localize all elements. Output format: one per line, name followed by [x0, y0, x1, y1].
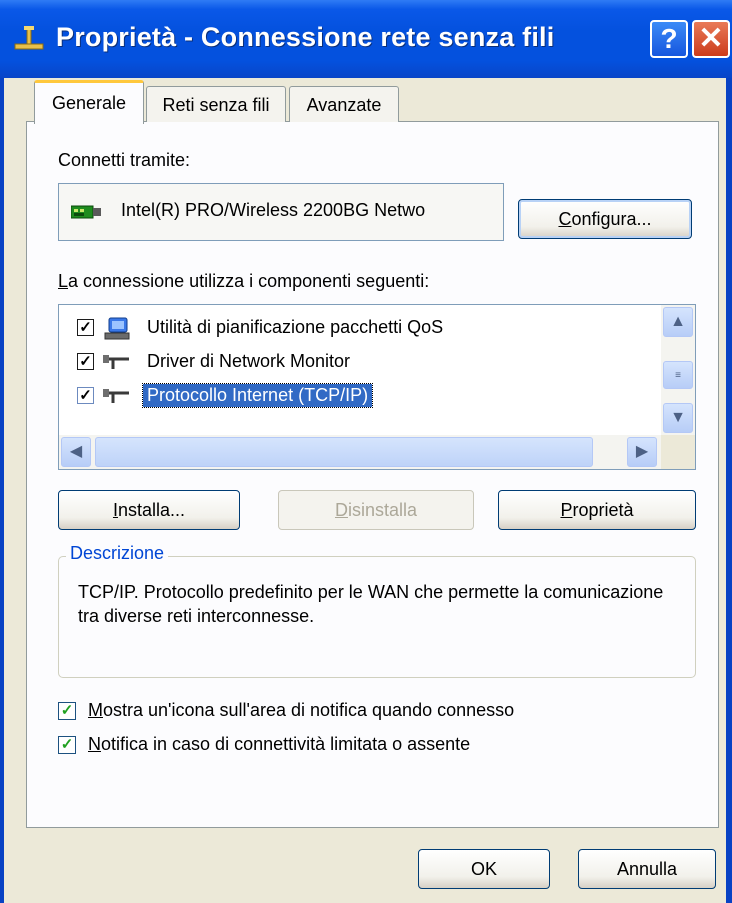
scroll-thumb[interactable]: ≡	[663, 361, 693, 389]
scroll-down-icon[interactable]: ▼	[663, 403, 693, 433]
adapter-box: Intel(R) PRO/Wireless 2200BG Netwo	[58, 183, 504, 241]
list-item[interactable]: ✓ Driver di Network Monitor	[59, 345, 659, 379]
description-text: TCP/IP. Protocollo predefinito per le WA…	[78, 582, 664, 626]
description-title: Descrizione	[66, 543, 169, 564]
notify-limited-label: Notifica in caso di connettività limitat…	[88, 734, 471, 754]
uninstall-button[interactable]: Disinstalla	[278, 490, 474, 530]
network-connection-icon	[14, 26, 44, 50]
qos-scheduler-icon	[104, 317, 130, 340]
help-button[interactable]: ?	[650, 20, 688, 58]
components-label: La connessione utilizza i componenti seg…	[58, 271, 430, 291]
components-list[interactable]: ✓ Utilità di pianificazione pacchetti Qo…	[58, 304, 696, 470]
title-bar[interactable]: Proprietà - Connessione rete senza fili …	[0, 0, 732, 78]
properties-dialog: Proprietà - Connessione rete senza fili …	[0, 0, 732, 903]
notify-limited-checkbox[interactable]: ✓	[58, 736, 76, 754]
component-checkbox[interactable]: ✓	[77, 387, 94, 404]
scroll-thumb[interactable]	[95, 437, 593, 467]
component-label: Utilità di pianificazione pacchetti QoS	[147, 317, 444, 337]
component-checkbox[interactable]: ✓	[77, 319, 94, 336]
properties-button[interactable]: Proprietà	[498, 490, 696, 530]
horizontal-scrollbar[interactable]: ◀ ▶	[59, 435, 661, 469]
window-frame-right	[726, 78, 732, 903]
tab-avanzate[interactable]: Avanzate	[289, 86, 399, 122]
connect-using-label: Connetti tramite:	[58, 150, 191, 170]
tab-generale[interactable]: Generale	[34, 80, 144, 124]
show-icon-checkbox[interactable]: ✓	[58, 702, 76, 720]
network-protocol-icon	[103, 389, 129, 403]
tab-reti-senza-fili[interactable]: Reti senza fili	[146, 86, 286, 122]
component-checkbox[interactable]: ✓	[77, 353, 94, 370]
scroll-right-icon[interactable]: ▶	[627, 437, 657, 467]
configure-button[interactable]: Configura...	[518, 199, 692, 239]
install-button[interactable]: Installa...	[58, 490, 240, 530]
window-title: Proprietà - Connessione rete senza fili	[56, 22, 555, 52]
window-frame-left	[0, 78, 4, 903]
close-button[interactable]: ✕	[692, 20, 730, 58]
cancel-button[interactable]: Annulla	[578, 849, 716, 889]
network-adapter-icon	[71, 205, 101, 219]
scrollbar-corner	[661, 435, 695, 469]
network-protocol-icon	[103, 355, 129, 369]
scroll-left-icon[interactable]: ◀	[61, 437, 91, 467]
ok-button[interactable]: OK	[418, 849, 550, 889]
component-label: Protocollo Internet (TCP/IP)	[141, 383, 374, 408]
scroll-up-icon[interactable]: ▲	[663, 307, 693, 337]
list-item[interactable]: ✓ Utilità di pianificazione pacchetti Qo…	[59, 311, 659, 345]
adapter-name: Intel(R) PRO/Wireless 2200BG Netwo	[121, 200, 426, 220]
vertical-scrollbar[interactable]: ▲ ≡ ▼	[661, 305, 695, 435]
list-item[interactable]: ✓ Protocollo Internet (TCP/IP)	[59, 379, 659, 413]
component-label: Driver di Network Monitor	[147, 351, 351, 371]
show-icon-label: Mostra un'icona sull'area di notifica qu…	[88, 700, 515, 720]
